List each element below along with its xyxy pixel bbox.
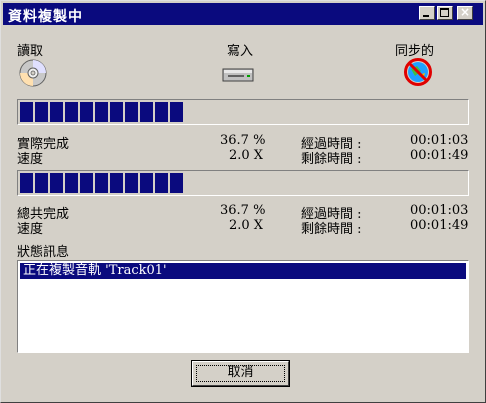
track-progress-bar — [17, 99, 469, 125]
drive-icon — [222, 68, 254, 82]
progress-segment — [170, 102, 183, 122]
track-speed-label: 速度 — [17, 152, 44, 167]
progress-segment — [20, 173, 33, 193]
progress-segment — [110, 173, 123, 193]
track-elapsed-value: 00:01:03 — [410, 133, 469, 148]
status-message[interactable]: 正在複製音軌 'Track01' — [20, 263, 466, 279]
total-speed-value: 2.0 X — [229, 218, 264, 233]
close-button[interactable]: × — [457, 5, 473, 20]
total-complete-value: 36.7 % — [220, 203, 266, 218]
track-remaining-value: 00:01:49 — [410, 148, 469, 163]
cd-disc-icon — [19, 59, 47, 87]
status-list[interactable]: 正在複製音軌 'Track01' — [17, 260, 469, 353]
progress-segment — [35, 173, 48, 193]
no-sync-icon — [404, 58, 432, 86]
progress-segment — [50, 173, 63, 193]
progress-segment — [80, 102, 93, 122]
minimize-button[interactable] — [419, 6, 435, 20]
progress-segment — [65, 102, 78, 122]
track-progress-fill — [20, 102, 183, 122]
progress-segment — [125, 102, 138, 122]
progress-segment — [140, 173, 153, 193]
progress-segment — [155, 102, 168, 122]
status-heading: 狀態訊息 — [17, 245, 70, 260]
progress-segment — [125, 173, 138, 193]
track-remaining-label: 剩餘時間 : — [301, 152, 362, 167]
progress-segment — [170, 173, 183, 193]
progress-segment — [35, 102, 48, 122]
cancel-button[interactable]: 取消 — [191, 360, 290, 387]
total-remaining-label: 剩餘時間 : — [301, 222, 362, 237]
total-speed-label: 速度 — [17, 222, 44, 237]
close-icon: × — [460, 5, 471, 19]
title-bar[interactable]: 資料複製中 × — [3, 3, 483, 25]
total-remaining-value: 00:01:49 — [410, 218, 469, 233]
total-elapsed-value: 00:01:03 — [410, 203, 469, 218]
total-progress-fill — [20, 173, 183, 193]
read-label: 讀取 — [17, 44, 44, 59]
cancel-button-label: 取消 — [227, 365, 254, 380]
progress-segment — [65, 173, 78, 193]
progress-segment — [80, 173, 93, 193]
maximize-button[interactable] — [437, 6, 453, 20]
progress-segment — [95, 102, 108, 122]
progress-segment — [140, 102, 153, 122]
progress-segment — [155, 173, 168, 193]
write-label: 寫入 — [227, 44, 254, 59]
copy-dialog: 資料複製中 × 讀取 寫入 同步的 實際完成 36.7 % 經過時間 : 00:… — [0, 0, 486, 403]
track-complete-value: 36.7 % — [220, 133, 266, 148]
progress-segment — [110, 102, 123, 122]
progress-segment — [50, 102, 63, 122]
progress-segment — [20, 102, 33, 122]
total-progress-bar — [17, 170, 469, 196]
window-title: 資料複製中 — [8, 9, 83, 25]
track-speed-value: 2.0 X — [229, 148, 264, 163]
progress-segment — [95, 173, 108, 193]
